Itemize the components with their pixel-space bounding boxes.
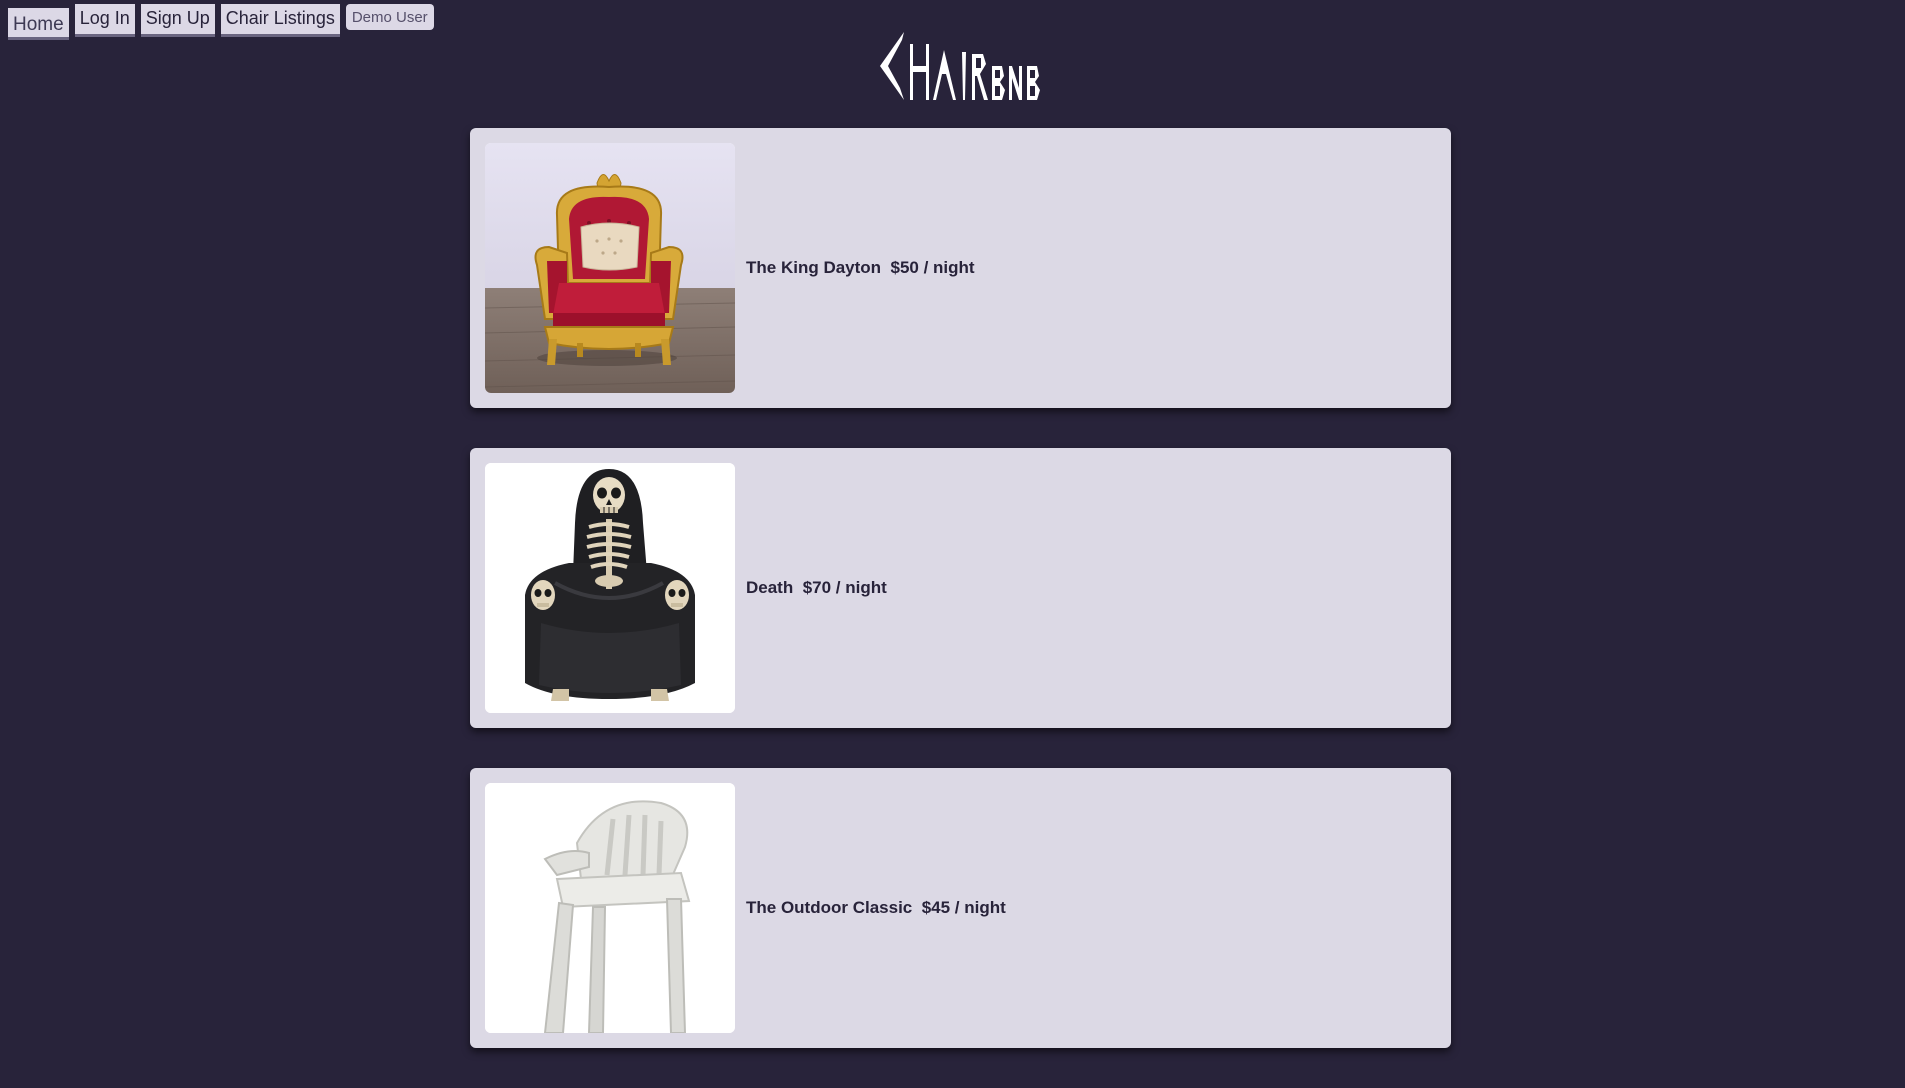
listing-image[interactable] (485, 463, 735, 713)
listing-text[interactable]: The King Dayton $50 / night (746, 258, 975, 278)
listing-price: $45 / night (921, 898, 1006, 917)
chair-listings-button[interactable]: Chair Listings (220, 4, 340, 37)
throne-chair-image (485, 143, 735, 393)
listing-name[interactable]: The King Dayton (746, 258, 881, 277)
listing-image[interactable] (485, 143, 735, 393)
top-nav: Home Log In Sign Up Chair Listings Demo … (8, 4, 434, 40)
listing-name[interactable]: The Outdoor Classic (746, 898, 912, 917)
listing-price: $70 / night (802, 578, 887, 597)
listing-name[interactable]: Death (746, 578, 793, 597)
listing-image[interactable] (485, 783, 735, 1033)
listing-text[interactable]: Death $70 / night (746, 578, 887, 598)
listing-card[interactable]: The King Dayton $50 / night (470, 128, 1451, 408)
listing-card[interactable]: The Outdoor Classic $45 / night (470, 768, 1451, 1048)
chair-listings: The King Dayton $50 / night Death $70 / … (470, 128, 1451, 1088)
signup-button[interactable]: Sign Up (140, 4, 215, 37)
login-button[interactable]: Log In (74, 4, 135, 37)
home-button[interactable]: Home (8, 8, 69, 40)
listing-text[interactable]: The Outdoor Classic $45 / night (746, 898, 1006, 918)
listing-price: $50 / night (890, 258, 975, 277)
reaper-chair-image (485, 463, 735, 713)
listing-card[interactable]: Death $70 / night (470, 448, 1451, 728)
demo-user-button[interactable]: Demo User (345, 4, 434, 30)
chairbnb-logo[interactable] (876, 30, 1046, 106)
plastic-chair-image (485, 783, 735, 1033)
